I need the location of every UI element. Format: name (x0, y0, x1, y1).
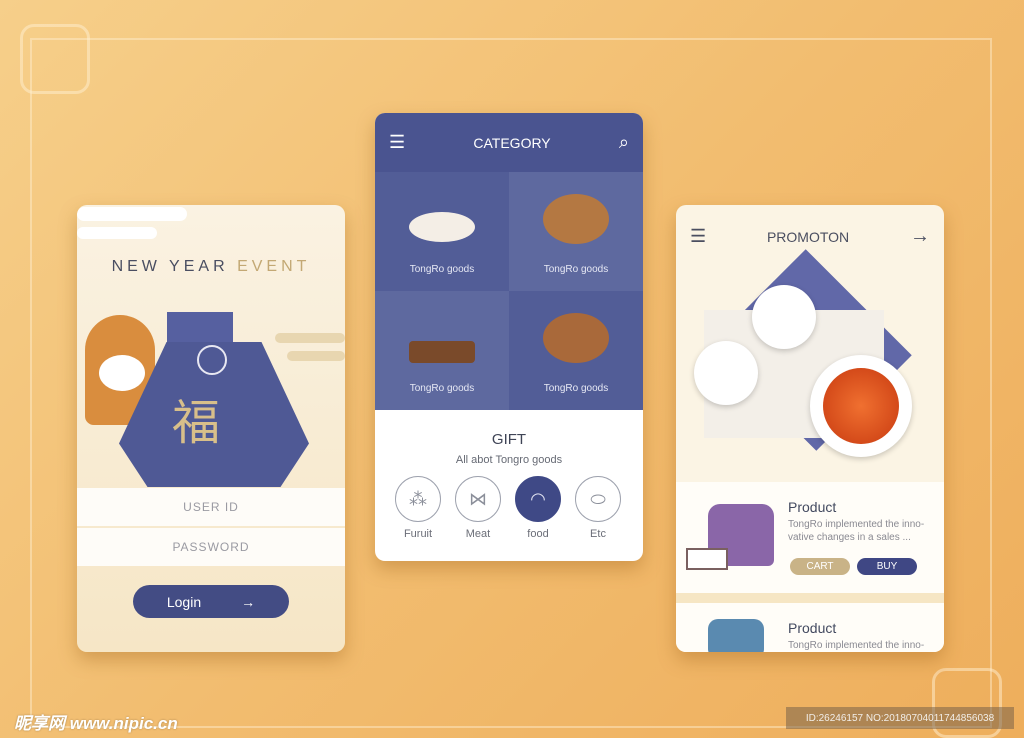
category-fruit[interactable]: ⁂ Furuit (388, 476, 448, 540)
buy-button[interactable]: BUY (857, 558, 917, 575)
tea-bowl (810, 355, 912, 457)
grapes-icon: ⁂ (395, 476, 441, 522)
arrow-right-icon[interactable]: → (910, 225, 930, 248)
login-card: NEW YEAR EVENT 福 USER ID PASSWORD Login → (77, 205, 345, 652)
cart-button[interactable]: CART (790, 558, 850, 575)
password-input[interactable]: PASSWORD (77, 528, 345, 566)
arrow-right-icon: → (241, 593, 256, 610)
product-item[interactable]: Product TongRo implemented the inno- (676, 603, 944, 652)
product-thumbnail (686, 548, 728, 570)
event-title: NEW YEAR EVENT (111, 258, 311, 275)
header-title: PROMOTON (766, 228, 850, 245)
category-label: Etc (590, 528, 606, 540)
product-item[interactable]: Product TongRo implemented the inno-vati… (676, 482, 944, 593)
tea-cup (694, 341, 758, 405)
menu-icon[interactable]: ☰ (389, 132, 405, 153)
category-meat[interactable]: ⋈ Meat (448, 476, 508, 540)
tile-cookies[interactable]: TongRo goods (509, 291, 643, 410)
gift-subtitle: All abot Tongro goods (455, 454, 563, 466)
promotion-header: ☰ PROMOTON → (690, 225, 930, 248)
category-label: Meat (465, 528, 491, 540)
steak-icon: ⬭ (575, 476, 621, 522)
menu-icon[interactable]: ☰ (690, 226, 706, 247)
knot-icon (197, 345, 227, 375)
product-name: Product (788, 499, 837, 515)
category-label: food (527, 528, 549, 540)
fish-icon: ⋈ (455, 476, 501, 522)
cloud-decoration (275, 333, 345, 343)
watermark-logo: 昵享网 www.nipic.cn (14, 714, 178, 733)
user-id-input[interactable]: USER ID (77, 488, 345, 526)
login-label: Login (166, 593, 202, 610)
category-card: ☰ CATEGORY ⌕ TongRo goods TongRo goods T… (375, 113, 643, 561)
product-name: Product (788, 620, 837, 636)
category-header: ☰ CATEGORY ⌕ (375, 113, 643, 172)
knot-ornament-icon (20, 24, 90, 94)
tile-tea-set[interactable]: TongRo goods (375, 291, 509, 410)
cloud-decoration (77, 227, 157, 239)
bun-icon: ◠ (515, 476, 561, 522)
header-title: CATEGORY (473, 134, 551, 151)
category-food[interactable]: ◠ food (508, 476, 568, 540)
tile-label: TongRo goods (409, 264, 475, 275)
tile-label: TongRo goods (543, 264, 609, 275)
login-button[interactable]: Login → (133, 585, 289, 618)
tile-label: TongRo goods (409, 383, 475, 394)
cloud-decoration (77, 207, 187, 221)
search-icon[interactable]: ⌕ (619, 132, 629, 153)
promotion-card: ☰ PROMOTON → Product TongRo implemented … (676, 205, 944, 652)
bag-knot (167, 312, 233, 342)
product-description: TongRo implemented the inno- (788, 640, 925, 651)
category-label: Furuit (403, 528, 433, 540)
product-description: TongRo implemented the inno-vative chang… (788, 519, 925, 543)
gift-title: GIFT (491, 431, 527, 448)
tile-label: TongRo goods (543, 383, 609, 394)
tile-pastries[interactable]: TongRo goods (509, 172, 643, 291)
product-image (708, 619, 764, 652)
fortune-character: 福 (172, 395, 221, 451)
image-id-label: ID:26246157 NO:20180704011744856038 (786, 707, 1014, 729)
tile-rice-cakes[interactable]: TongRo goods (375, 172, 509, 291)
divider (676, 593, 944, 603)
category-list: ⁂ Furuit ⋈ Meat ◠ food ⬭ Etc (388, 476, 628, 540)
category-etc[interactable]: ⬭ Etc (568, 476, 628, 540)
tea-cup (752, 285, 816, 349)
cloud-decoration (287, 351, 345, 361)
